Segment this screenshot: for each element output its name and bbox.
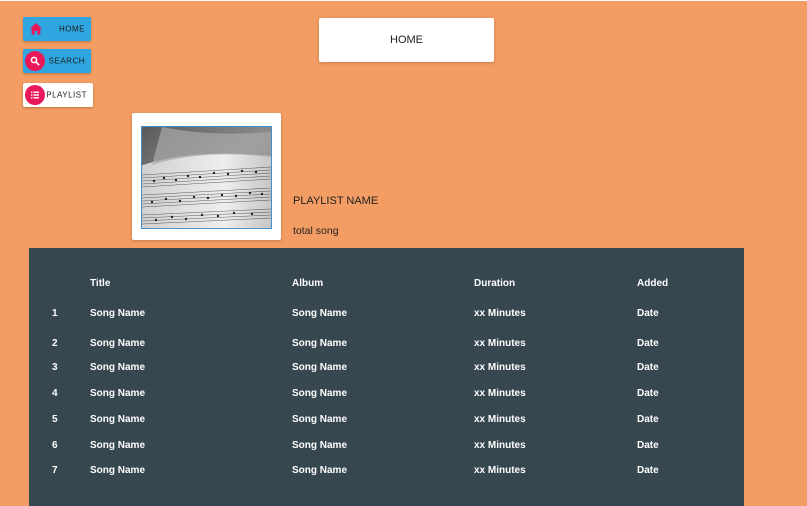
table-row[interactable]: 5 Song Name Song Name xx Minutes Date	[29, 414, 744, 428]
track-added: Date	[637, 308, 659, 319]
track-added: Date	[637, 362, 659, 373]
sidebar-item-label: SEARCH	[48, 56, 85, 66]
track-album: Song Name	[292, 308, 348, 319]
playlist-name: PLAYLIST NAME	[293, 195, 379, 207]
search-icon	[25, 51, 45, 71]
track-added: Date	[637, 338, 659, 349]
track-title: Song Name	[90, 440, 146, 451]
home-icon	[30, 23, 42, 35]
playlist-cover-card	[132, 113, 281, 240]
track-duration: xx Minutes	[474, 338, 526, 349]
table-row[interactable]: 4 Song Name Song Name xx Minutes Date	[29, 388, 744, 402]
track-number: 4	[52, 388, 58, 399]
track-title: Song Name	[90, 362, 146, 373]
sheet-music-image	[141, 126, 272, 229]
sidebar-item-playlist[interactable]: PLAYLIST	[23, 83, 93, 107]
track-number: 7	[52, 465, 58, 476]
track-duration: xx Minutes	[474, 362, 526, 373]
track-album: Song Name	[292, 440, 348, 451]
playlist-total-songs: total song	[293, 225, 339, 237]
table-row[interactable]: 3 Song Name Song Name xx Minutes Date	[29, 362, 744, 376]
track-added: Date	[637, 440, 659, 451]
track-title: Song Name	[90, 414, 146, 425]
column-header-added[interactable]: Added	[637, 278, 668, 289]
track-album: Song Name	[292, 465, 348, 476]
sidebar-item-label: PLAYLIST	[46, 90, 87, 100]
table-row[interactable]: 1 Song Name Song Name xx Minutes Date	[29, 308, 744, 322]
track-album: Song Name	[292, 414, 348, 425]
track-added: Date	[637, 388, 659, 399]
track-title: Song Name	[90, 388, 146, 399]
page-title: HOME	[390, 34, 423, 46]
track-title: Song Name	[90, 308, 146, 319]
track-duration: xx Minutes	[474, 465, 526, 476]
table-row[interactable]: 7 Song Name Song Name xx Minutes Date	[29, 465, 744, 479]
track-number: 3	[52, 362, 58, 373]
table-row[interactable]: 2 Song Name Song Name xx Minutes Date	[29, 338, 744, 352]
sidebar-item-search[interactable]: SEARCH	[23, 49, 91, 73]
column-header-title[interactable]: Title	[90, 278, 110, 289]
track-number: 1	[52, 308, 58, 319]
track-album: Song Name	[292, 362, 348, 373]
track-table: Title Album Duration Added 1 Song Name S…	[29, 248, 744, 506]
track-added: Date	[637, 465, 659, 476]
page-header: HOME	[319, 18, 494, 62]
track-duration: xx Minutes	[474, 308, 526, 319]
sidebar-item-home[interactable]: HOME	[23, 17, 91, 41]
track-added: Date	[637, 414, 659, 425]
track-duration: xx Minutes	[474, 440, 526, 451]
column-header-duration[interactable]: Duration	[474, 278, 515, 289]
sidebar-item-label: HOME	[59, 24, 85, 34]
track-duration: xx Minutes	[474, 414, 526, 425]
track-album: Song Name	[292, 338, 348, 349]
table-row[interactable]: 6 Song Name Song Name xx Minutes Date	[29, 440, 744, 454]
table-header: Title Album Duration Added	[29, 278, 744, 292]
track-number: 5	[52, 414, 58, 425]
track-duration: xx Minutes	[474, 388, 526, 399]
track-number: 2	[52, 338, 58, 349]
column-header-album[interactable]: Album	[292, 278, 323, 289]
track-title: Song Name	[90, 465, 146, 476]
list-icon	[25, 85, 45, 105]
track-album: Song Name	[292, 388, 348, 399]
track-title: Song Name	[90, 338, 146, 349]
track-number: 6	[52, 440, 58, 451]
